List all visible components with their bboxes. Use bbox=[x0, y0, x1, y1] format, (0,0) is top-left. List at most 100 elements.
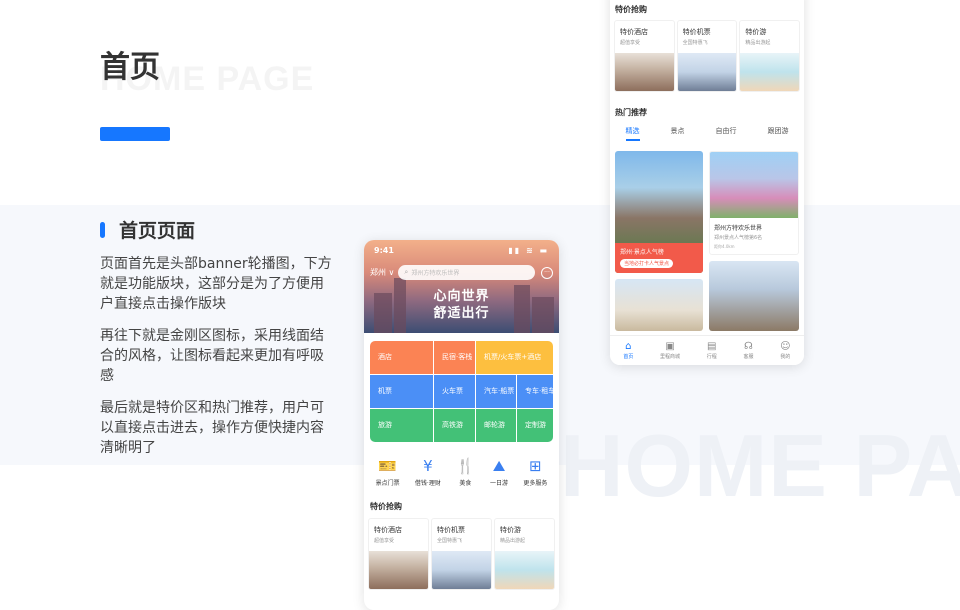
grid-icon: ⊞ bbox=[529, 457, 542, 475]
search-icon: ⌕ bbox=[404, 268, 409, 276]
status-bar: 9:41 ▮▮ ≋ ▬ bbox=[374, 246, 549, 255]
tile-label: 郑州·景点人气榜 当地必打卡人气景点 bbox=[615, 243, 703, 273]
special-card-title: 特价酒店 bbox=[620, 28, 648, 36]
tabbar-item-service[interactable]: ☊ 客服 bbox=[743, 341, 753, 360]
tabbar-label: 里程商城 bbox=[660, 354, 681, 360]
tile-pill: 当地必打卡人气景点 bbox=[620, 259, 674, 268]
city-selector[interactable]: 郑州 ∨ bbox=[370, 267, 394, 278]
banner-slogan-line-1: 心向世界 bbox=[433, 289, 490, 304]
phone-mockup-home: 9:41 ▮▮ ≋ ▬ 郑州 ∨ ⌕ 郑州方特欢乐世界 ··· 心向世界 舒适出… bbox=[364, 240, 559, 610]
section-title: 首页页面 bbox=[100, 216, 195, 243]
icon-row: 🎫 景点门票 ¥ 借钱·理财 🍴 美食 ⛰ 一日游 ⊞ 更多服务 bbox=[364, 456, 559, 487]
grid-item-hotel[interactable]: 酒店 bbox=[370, 341, 433, 374]
tabbar-item-profile[interactable]: ☺ 我的 bbox=[780, 341, 790, 360]
special-card-tour[interactable]: 特价游 精品出游起 bbox=[739, 20, 801, 92]
grid-item-highspeed-rail[interactable]: 高铁游 bbox=[434, 409, 475, 442]
special-row: 特价酒店 超值享受 特价机票 全国特惠飞 特价游 精品出游起 bbox=[368, 518, 555, 590]
beach-image bbox=[495, 551, 554, 589]
banner-slogan: 心向世界 舒适出行 bbox=[364, 288, 559, 322]
mountain-icon: ⛰ bbox=[492, 457, 506, 475]
function-grid: 酒店 民宿·客栈 机票/火车票+酒店 机票 火车票 汽车·船票 专车·租车 旅游… bbox=[370, 341, 553, 442]
ticket-icon: 🎫 bbox=[378, 457, 397, 475]
grid-item-travel[interactable]: 旅游 bbox=[370, 409, 433, 442]
special-card-hotel[interactable]: 特价酒店 超值享受 bbox=[614, 20, 675, 92]
recommend-tabs: 精选 景点 自由行 跟团游 bbox=[610, 126, 804, 141]
icon-item-food[interactable]: 🍴 美食 bbox=[456, 456, 475, 487]
special-card-flight[interactable]: 特价机票 全国特惠飞 bbox=[676, 20, 738, 92]
special-card-sub: 精品出游起 bbox=[745, 40, 771, 46]
tabbar-label: 行程 bbox=[706, 354, 717, 360]
grid-item-flight[interactable]: 机票 bbox=[370, 375, 433, 408]
icon-item-finance[interactable]: ¥ 借钱·理财 bbox=[415, 456, 441, 487]
tile-label-text: 郑州·景点人气榜 bbox=[620, 249, 664, 256]
user-icon: ☺ bbox=[780, 341, 791, 352]
special-card-title: 特价酒店 bbox=[374, 526, 402, 534]
special-card-title: 特价游 bbox=[500, 526, 521, 534]
icon-item-tickets[interactable]: 🎫 景点门票 bbox=[376, 456, 400, 487]
grid-item-car-rental[interactable]: 专车·租车 bbox=[517, 375, 553, 408]
tabbar-label: 首页 bbox=[623, 354, 634, 360]
castle-image bbox=[710, 152, 798, 218]
special-card-tour[interactable]: 特价游 精品出游起 bbox=[494, 518, 555, 590]
home-icon: ⌂ bbox=[625, 341, 632, 352]
phone-mockup-scrolled: 特价抢购 特价酒店 超值享受 特价机票 全国特惠飞 特价游 精品出游起 热门推荐… bbox=[610, 0, 804, 365]
grid-item-train[interactable]: 火车票 bbox=[434, 375, 475, 408]
icon-label: 更多服务 bbox=[523, 480, 548, 487]
icon-label: 景点门票 bbox=[375, 480, 400, 487]
tile-distance: 距你4.0km bbox=[714, 244, 735, 249]
plane-image bbox=[432, 551, 491, 589]
recommend-tile-tower[interactable] bbox=[709, 261, 799, 331]
grid-item-custom-tour[interactable]: 定制游 bbox=[517, 409, 553, 442]
plane-image bbox=[677, 53, 737, 91]
special-card-title: 特价游 bbox=[745, 28, 767, 36]
special-card-title: 特价机票 bbox=[437, 526, 465, 534]
page-title: 首页 bbox=[100, 50, 160, 85]
section-marker bbox=[100, 221, 105, 238]
tile-sub: 郑州景点人气榜第6名 bbox=[714, 235, 763, 241]
search-placeholder: 郑州方特欢乐世界 bbox=[411, 270, 460, 277]
search-input[interactable]: ⌕ 郑州方特欢乐世界 bbox=[398, 265, 535, 280]
banner-carousel[interactable]: 9:41 ▮▮ ≋ ▬ 郑州 ∨ ⌕ 郑州方特欢乐世界 ··· 心向世界 舒适出… bbox=[364, 240, 559, 333]
recommend-grid: 郑州·景点人气榜 当地必打卡人气景点 郑州方特欢乐世界 郑州景点人气榜第6名 距… bbox=[610, 151, 804, 331]
status-icons: ▮▮ ≋ ▬ bbox=[508, 246, 549, 255]
special-card-sub: 全国特惠飞 bbox=[437, 538, 463, 544]
tab-group-tour[interactable]: 跟团游 bbox=[768, 126, 789, 141]
hotel-image bbox=[369, 551, 428, 589]
description-paragraph-3: 最后就是特价区和热门推荐，用户可以直接点击进去，操作方便快捷内容清晰明了 bbox=[100, 400, 324, 456]
recommend-tile-museum[interactable] bbox=[615, 279, 703, 331]
grid-item-cruise[interactable]: 邮轮游 bbox=[476, 409, 516, 442]
icon-item-day-trip[interactable]: ⛰ 一日游 bbox=[490, 456, 508, 487]
tabbar-item-mall[interactable]: ▣ 里程商城 bbox=[660, 341, 680, 360]
tab-featured[interactable]: 精选 bbox=[625, 126, 640, 141]
beach-image bbox=[740, 53, 800, 91]
description-paragraph-2: 再往下就是金刚区图标，采用线面结合的风格，让图标看起来更加有呼吸感 bbox=[100, 328, 324, 384]
recommend-tile-fantawild[interactable]: 郑州方特欢乐世界 郑州景点人气榜第6名 距你4.0km bbox=[709, 151, 799, 255]
tab-attractions[interactable]: 景点 bbox=[671, 126, 685, 141]
special-card-flight[interactable]: 特价机票 全国特惠飞 bbox=[431, 518, 492, 590]
grid-item-bus-ship[interactable]: 汽车·船票 bbox=[476, 375, 516, 408]
grid-item-homestay[interactable]: 民宿·客栈 bbox=[434, 341, 475, 374]
top-bar: 郑州 ∨ ⌕ 郑州方特欢乐世界 ··· bbox=[370, 265, 553, 280]
grid-item-flight-hotel[interactable]: 机票/火车票+酒店 bbox=[476, 341, 553, 374]
tabbar-label: 客服 bbox=[743, 354, 754, 360]
icon-label: 借钱·理财 bbox=[414, 480, 441, 487]
special-card-sub: 超值享受 bbox=[374, 538, 395, 544]
tabbar-item-itinerary[interactable]: ▤ 行程 bbox=[707, 341, 717, 360]
special-card-title: 特价机票 bbox=[682, 28, 711, 36]
icon-item-more[interactable]: ⊞ 更多服务 bbox=[523, 456, 547, 487]
recommend-tile-ranking[interactable]: 郑州·景点人气榜 当地必打卡人气景点 bbox=[615, 151, 703, 273]
tabbar-label: 我的 bbox=[780, 354, 791, 360]
special-card-sub: 超值享受 bbox=[620, 40, 641, 46]
section-title-text: 首页页面 bbox=[119, 220, 196, 242]
food-icon: 🍴 bbox=[456, 457, 475, 475]
watermark-home-page-large: HOME PA bbox=[560, 416, 960, 515]
hotel-image bbox=[615, 53, 674, 91]
message-icon[interactable]: ··· bbox=[541, 266, 553, 279]
special-card-hotel[interactable]: 特价酒店 超值享受 bbox=[368, 518, 429, 590]
tabbar-item-home[interactable]: ⌂ 首页 bbox=[623, 341, 633, 360]
special-title: 特价抢购 bbox=[370, 502, 402, 511]
tab-self-guided[interactable]: 自由行 bbox=[716, 126, 737, 141]
icon-label: 一日游 bbox=[490, 480, 509, 487]
special-card-sub: 精品出游起 bbox=[500, 538, 526, 544]
bottom-tab-bar: ⌂ 首页 ▣ 里程商城 ▤ 行程 ☊ 客服 ☺ 我的 bbox=[610, 335, 804, 365]
